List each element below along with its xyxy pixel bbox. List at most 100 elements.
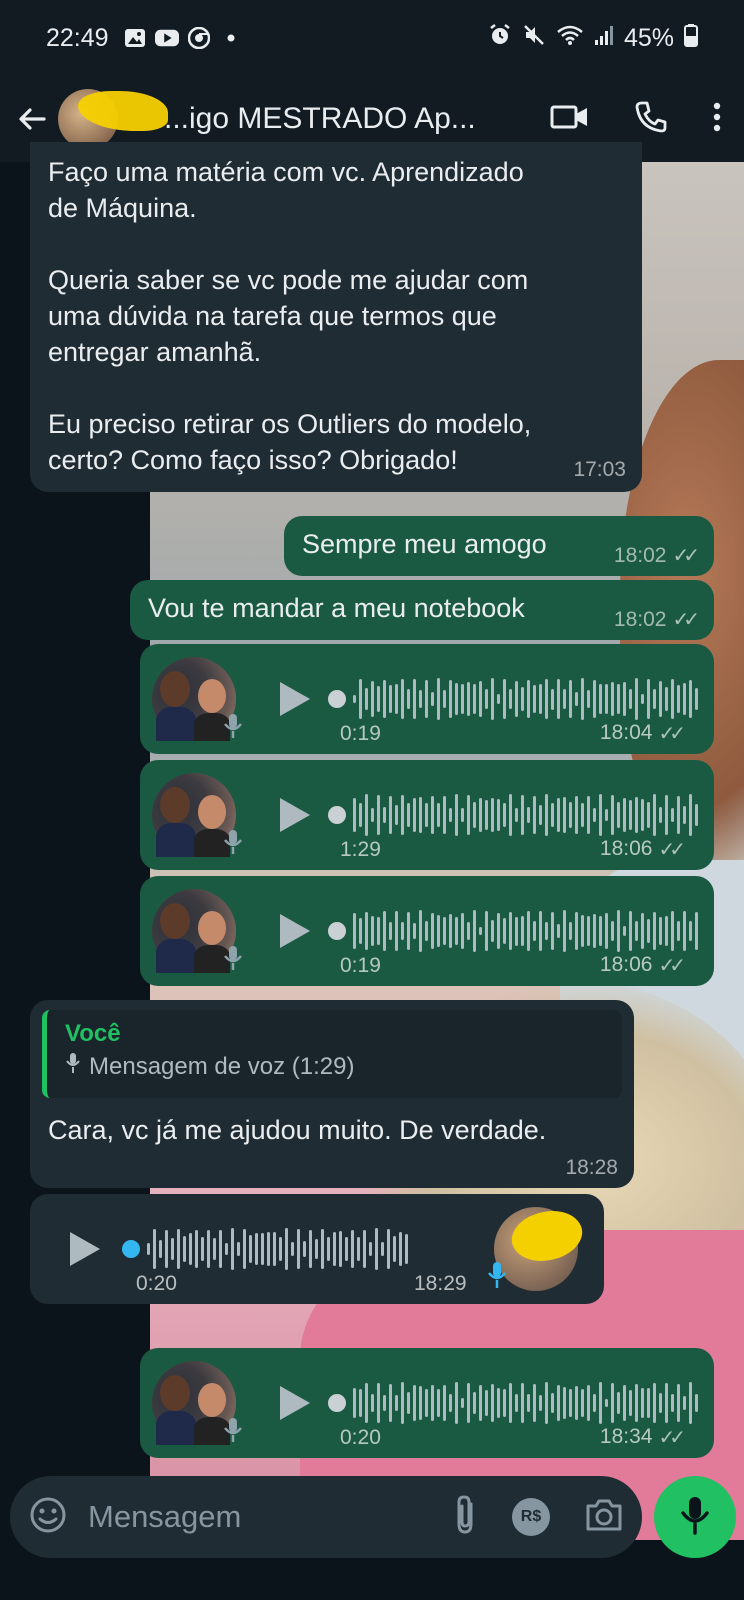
voice-waveform[interactable] [328,674,698,724]
play-button[interactable] [274,911,314,951]
waveform-bar [521,686,524,712]
chat-title[interactable]: ...igo MESTRADO Ap... [164,102,484,136]
waveform-bar [431,912,434,950]
message-bubble-outgoing[interactable]: Sempre meu amogo 18:02 ✓✓ [284,516,714,576]
waveform-bar [551,803,554,827]
waveform-bar [377,794,380,836]
waveform-bar [165,1230,168,1268]
waveform-progress-dot[interactable] [328,806,346,824]
message-bubble-outgoing[interactable]: Vou te mandar a meu notebook 18:02 ✓✓ [130,580,714,640]
voice-waveform[interactable] [328,790,698,840]
waveform-bar [683,911,686,951]
message-bubble-incoming[interactable]: Faço uma matéria com vc. Aprendizado de … [30,142,642,492]
waveform-bar [515,916,518,946]
waveform-bar [539,805,542,825]
waveform-bar [599,1382,602,1424]
waveform-bar [405,1233,408,1265]
waveform-progress-dot[interactable] [328,922,346,940]
waveform-bar [455,916,458,946]
waveform-bar [683,683,686,715]
waveform-bar [377,1382,380,1424]
video-call-icon[interactable] [550,102,590,137]
alarm-icon [488,23,512,54]
waveform-bar [455,794,458,836]
message-input[interactable]: Mensagem [88,1499,452,1535]
battery-icon [684,23,698,54]
message-list[interactable]: Faço uma matéria com vc. Aprendizado de … [0,142,744,1540]
waveform-bar [671,1393,674,1413]
waveform-progress-dot[interactable] [328,690,346,708]
waveform-progress-dot[interactable] [328,1394,346,1412]
waveform-progress-dot[interactable] [122,1240,140,1258]
reply-message-incoming[interactable]: Você Mensagem de voz (1:29) Cara, vc já … [30,1000,634,1188]
waveform-bar [605,808,608,822]
sender-avatar [152,1361,242,1445]
mic-icon [222,712,244,745]
waveform-bar [473,1391,476,1415]
attach-icon[interactable] [452,1494,478,1541]
play-button[interactable] [274,679,314,719]
voice-waveform[interactable] [328,1378,698,1428]
waveform-bar [377,916,380,946]
contact-avatar[interactable] [58,89,168,149]
message-meta: 18:04 ✓✓ [600,721,686,746]
play-button[interactable] [64,1229,104,1269]
voice-message-outgoing[interactable]: 1:29 18:06 ✓✓ [140,760,714,870]
waveform-bar [611,921,614,941]
waveform-bar [575,1385,578,1421]
waveform-bar [359,1389,362,1417]
voice-message-outgoing[interactable]: 0:19 18:06 ✓✓ [140,876,714,986]
more-icon[interactable] [712,101,722,138]
waveform-bar [581,1388,584,1418]
waveform-bar [425,921,428,941]
waveform-bar [249,1235,252,1263]
voice-waveform[interactable] [122,1224,408,1274]
phone-icon[interactable] [634,100,668,139]
image-icon [123,27,147,49]
back-arrow-icon[interactable] [14,101,50,137]
waveform-bar [291,1242,294,1256]
waveform-bar [437,678,440,720]
waveform-bar [413,1384,416,1422]
waveform-bar [389,796,392,834]
waveform-bar [521,916,524,946]
waveform-bar [255,1232,258,1266]
waveform-bar [593,1393,596,1413]
voice-record-button[interactable] [654,1476,736,1558]
waveform-bar [623,1385,626,1421]
waveform-bar [485,799,488,831]
waveform-bar [689,794,692,836]
quoted-message[interactable]: Você Mensagem de voz (1:29) [42,1010,622,1098]
read-receipt-icon: ✓✓ [658,723,685,745]
waveform-bar [665,794,668,836]
waveform-bar [671,911,674,951]
message-line: Faço uma matéria com vc. Aprendizado [48,157,524,187]
waveform-bar [605,913,608,949]
sender-avatar [152,889,242,973]
payment-icon[interactable]: R$ [512,1498,550,1536]
voice-duration: 0:20 [340,1426,381,1449]
message-meta: 18:02 ✓✓ [614,607,700,632]
waveform-bar [407,1392,410,1414]
waveform-bar [683,1395,686,1411]
play-button[interactable] [274,795,314,835]
voice-message-outgoing[interactable]: 0:19 18:04 ✓✓ [140,644,714,754]
waveform-bar [581,678,584,720]
waveform-bar [647,802,650,828]
waveform-bar [407,912,410,950]
play-button[interactable] [274,1383,314,1423]
voice-waveform[interactable] [328,906,698,956]
voice-duration: 0:19 [340,722,381,745]
voice-message-incoming[interactable]: 0:20 18:29 [30,1194,604,1304]
camera-icon[interactable] [584,1497,624,1538]
waveform-bar [599,794,602,836]
waveform-bar [479,926,482,935]
voice-message-outgoing[interactable]: 0:20 18:34 ✓✓ [140,1348,714,1458]
battery-text: 45% [623,23,674,52]
waveform-bar [509,1382,512,1424]
waveform-bar [455,683,458,715]
emoji-icon[interactable] [28,1495,68,1540]
waveform-bar [207,1229,210,1269]
waveform-bar [503,802,506,828]
waveform-bar [327,1236,330,1262]
